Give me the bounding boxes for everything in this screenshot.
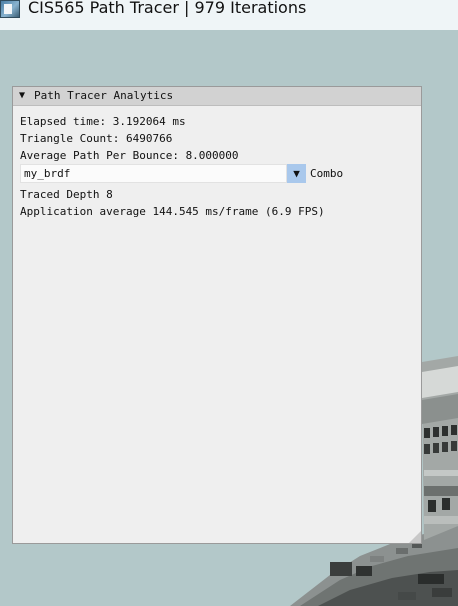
triangle-count-text: Triangle Count: 6490766 [20, 132, 173, 145]
panel-title: Path Tracer Analytics [34, 89, 174, 102]
avg-path-per-bounce-text: Average Path Per Bounce: 8.000000 [20, 149, 239, 162]
app-average-text: Application average 144.545 ms/frame (6.… [20, 205, 325, 218]
combo-label: Combo [310, 167, 344, 180]
elapsed-time-text: Elapsed time: 3.192064 ms [20, 115, 186, 128]
panel-body: Elapsed time: 3.192064 ms Triangle Count… [20, 113, 417, 220]
combo-value[interactable]: my_brdf [20, 164, 287, 183]
analytics-panel[interactable]: ▼ Path Tracer Analytics Elapsed time: 3.… [12, 86, 422, 544]
panel-title-bar[interactable]: ▼ Path Tracer Analytics [13, 87, 421, 106]
brdf-combo[interactable]: my_brdf ▼ Combo [20, 164, 417, 184]
chevron-down-icon[interactable]: ▼ [287, 164, 306, 183]
collapse-arrow-icon[interactable]: ▼ [19, 87, 25, 105]
resize-grip[interactable] [409, 531, 421, 543]
traced-depth-text: Traced Depth 8 [20, 188, 113, 201]
